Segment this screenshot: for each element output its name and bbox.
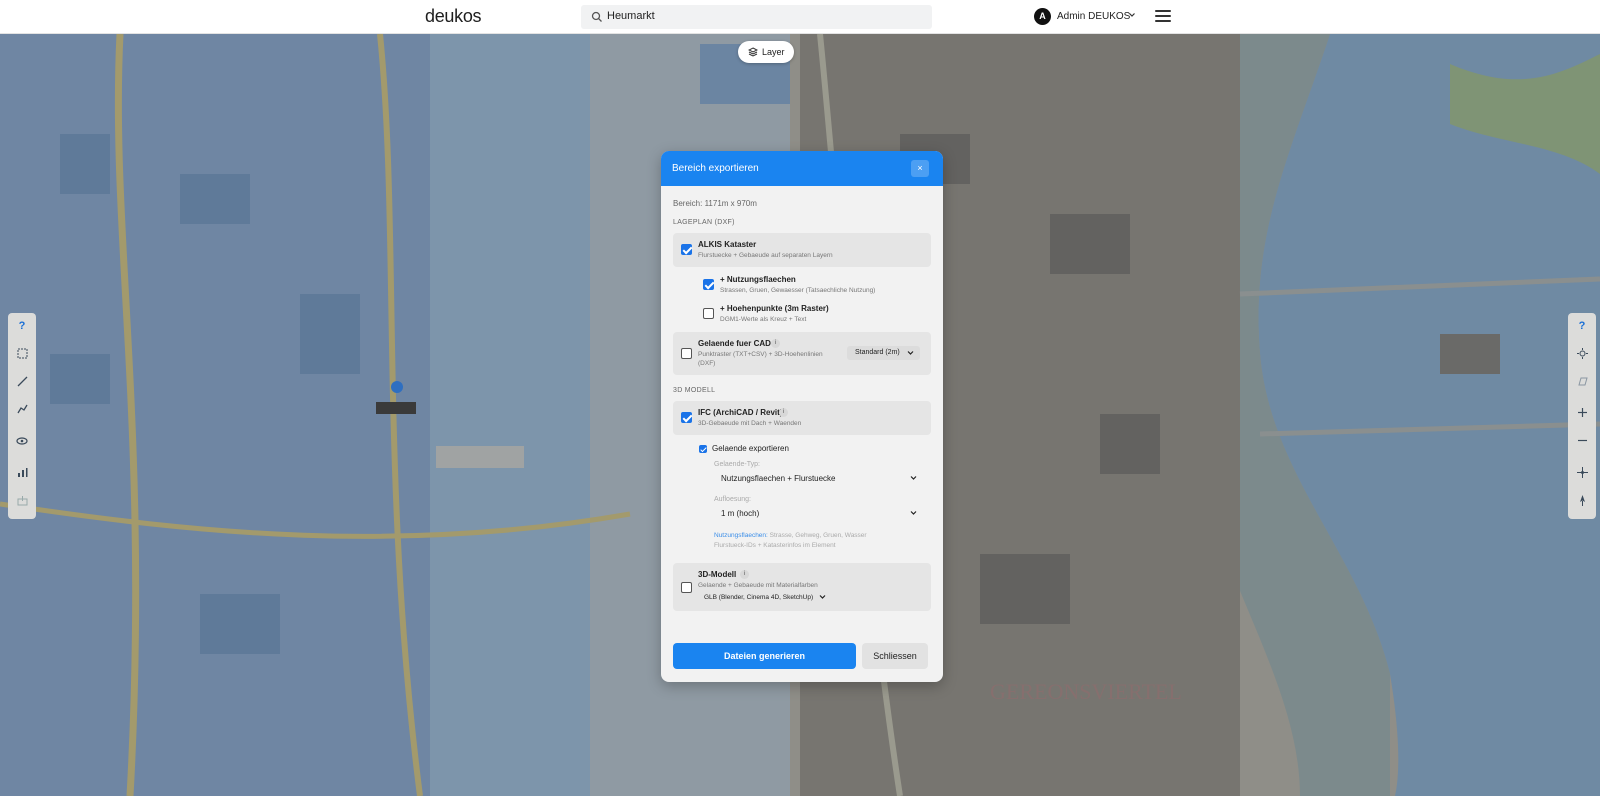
search-input[interactable]: Heumarkt (607, 10, 655, 22)
modell3d-subtitle: Gelaende + Gebaeude mit Materialfarben (698, 582, 818, 589)
glb-format-value: GLB (Blender, Cinema 4D, SketchUp) (704, 594, 814, 601)
alkis-title: ALKIS Kataster (698, 240, 757, 249)
left-toolbar: ? (8, 313, 36, 519)
gelaende-typ-label: Gelaende-Typ: (714, 461, 760, 468)
raster-select-value: Standard (2m) (855, 349, 900, 356)
alkis-checkbox[interactable] (681, 244, 692, 255)
nutzung-hint-link: Nutzungsflaechen: (714, 532, 768, 539)
ifc-card[interactable]: IFC (ArchiCAD / Revit) i 3D-Gebaeude mit… (673, 401, 931, 435)
gelaende-export-checkbox[interactable] (699, 445, 707, 453)
nutzung-checkbox[interactable] (703, 279, 714, 290)
nutzung-hint-text: Strasse, Gehweg, Gruen, Wasser (767, 532, 867, 539)
export-icon[interactable] (8, 491, 36, 511)
modell3d-title: 3D-Modell (698, 570, 737, 579)
close-icon[interactable]: × (911, 160, 929, 177)
glb-format-select[interactable]: GLB (Blender, Cinema 4D, SketchUp) (704, 594, 826, 601)
gelaende-cad-title: Gelaende fuer CAD (698, 339, 771, 348)
hoehen-title: + Hoehenpunkte (3m Raster) (720, 304, 829, 313)
measure-line-icon[interactable] (8, 372, 36, 392)
layer-button-label: Layer (762, 47, 785, 57)
close-button[interactable]: Schliessen (862, 643, 928, 669)
layer-button[interactable]: Layer (738, 41, 794, 63)
ifc-subtitle: 3D-Gebaeude mit Dach + Waenden (698, 420, 802, 427)
avatar[interactable]: A (1034, 8, 1051, 25)
search-box[interactable]: Heumarkt (581, 5, 932, 29)
svg-text:GEREONSVIERTEL: GEREONSVIERTEL (990, 679, 1182, 704)
info-icon[interactable]: i (771, 339, 780, 348)
area-size: Bereich: 1171m x 970m (673, 199, 757, 208)
alkis-subtitle: Flurstuecke + Gebaeude auf separaten Lay… (698, 252, 833, 259)
hoehen-subtitle: DGM1-Werte als Kreuz + Text (720, 316, 807, 323)
modell3d-checkbox[interactable] (681, 582, 692, 593)
info-icon[interactable]: i (740, 570, 749, 579)
modal-title: Bereich exportieren (672, 163, 759, 174)
generate-files-button[interactable]: Dateien generieren (673, 643, 856, 669)
ifc-checkbox[interactable] (681, 412, 692, 423)
chevron-down-icon (910, 476, 917, 480)
nutzung-hint: Nutzungsflaechen: Strasse, Gehweg, Gruen… (714, 531, 867, 551)
gelaende-typ-select[interactable]: Nutzungsflaechen + Flurstuecke (713, 469, 923, 487)
search-icon (591, 11, 602, 22)
ifc-title: IFC (ArchiCAD / Revit) (698, 408, 783, 417)
tilt-icon[interactable] (1568, 372, 1596, 392)
gelaende-cad-checkbox[interactable] (681, 348, 692, 359)
gelaende-cad-subtitle: Punktraster (TXT+CSV) + 3D-Hoehenlinien (698, 351, 823, 358)
help-icon[interactable]: ? (1568, 316, 1596, 336)
nutzung-hint-line2: Flurstueck-IDs + Katasterinfos im Elemen… (714, 542, 836, 549)
section-3d: 3D MODELL (673, 387, 716, 394)
aufloesung-value: 1 m (hoch) (721, 509, 760, 518)
raster-select[interactable]: Standard (2m) (847, 346, 920, 360)
chevron-down-icon (819, 595, 826, 600)
modal-header: Bereich exportieren × (661, 151, 943, 186)
app-logo[interactable]: deukos (425, 6, 482, 27)
gelaende-typ-value: Nutzungsflaechen + Flurstuecke (721, 474, 836, 483)
help-icon[interactable]: ? (8, 316, 36, 336)
right-toolbar: ? (1568, 313, 1596, 519)
eye-icon[interactable] (8, 432, 36, 452)
locate-icon[interactable] (1568, 463, 1596, 483)
chevron-down-icon (910, 511, 917, 515)
gelaende-cad-card[interactable]: Gelaende fuer CAD i Punktraster (TXT+CSV… (673, 332, 931, 375)
hamburger-icon[interactable] (1155, 10, 1171, 23)
zoom-in-icon[interactable] (1568, 404, 1596, 424)
info-icon[interactable]: i (779, 408, 788, 417)
chevron-down-icon[interactable] (1128, 11, 1136, 19)
sun-icon[interactable] (1568, 344, 1596, 364)
modell3d-card[interactable]: 3D-Modell i Gelaende + Gebaeude mit Mate… (673, 563, 931, 611)
hoehen-checkbox[interactable] (703, 308, 714, 319)
nutzung-title: + Nutzungsflaechen (720, 275, 796, 284)
gelaende-cad-subtitle-2: (DXF) (698, 360, 716, 367)
layers-icon (748, 47, 758, 57)
aufloesung-label: Aufloesung: (714, 496, 751, 503)
aufloesung-select[interactable]: 1 m (hoch) (713, 504, 923, 522)
compass-icon[interactable] (1568, 491, 1596, 511)
top-bar: deukos Heumarkt A Admin DEUKOS (0, 0, 1600, 34)
zoom-out-icon[interactable] (1568, 432, 1596, 452)
chart-icon[interactable] (8, 463, 36, 483)
user-menu-label[interactable]: Admin DEUKOS (1057, 11, 1130, 22)
section-lageplan: LAGEPLAN (DXF) (673, 219, 735, 226)
profile-icon[interactable] (8, 400, 36, 420)
gelaende-export-label: Gelaende exportieren (712, 444, 789, 453)
chevron-down-icon (907, 351, 914, 355)
alkis-card[interactable]: ALKIS Kataster Flurstuecke + Gebaeude au… (673, 233, 931, 267)
select-area-icon[interactable] (8, 344, 36, 364)
nutzung-subtitle: Strassen, Gruen, Gewaesser (Tatsaechlich… (720, 287, 876, 294)
export-modal: Bereich exportieren × Bereich: 1171m x 9… (661, 151, 943, 682)
